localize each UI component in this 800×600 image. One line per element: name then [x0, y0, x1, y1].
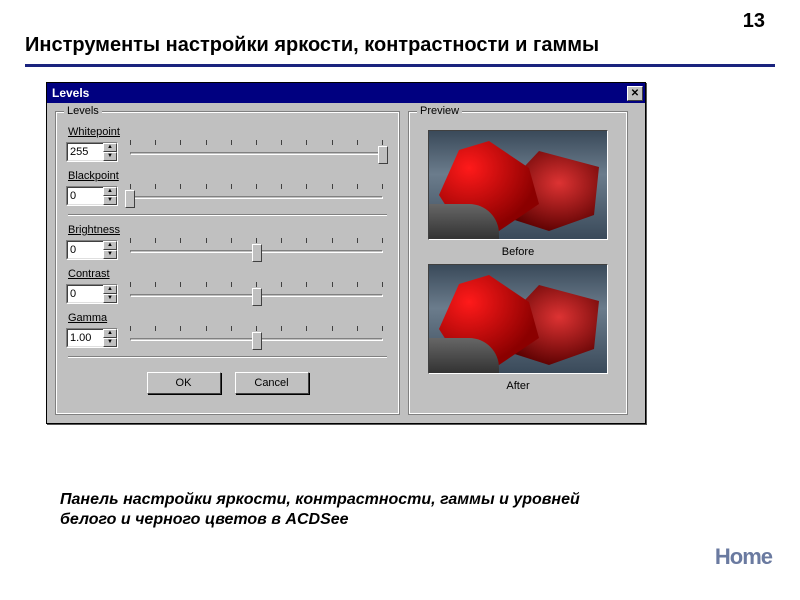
gamma-slider[interactable] [124, 326, 389, 350]
whitepoint-input[interactable]: ▲▼ [66, 142, 118, 162]
blackpoint-input[interactable]: ▲▼ [66, 186, 118, 206]
brightness-field[interactable] [67, 241, 103, 259]
blackpoint-spinner[interactable]: ▲▼ [103, 187, 117, 205]
whitepoint-row: Whitepoint ▲▼ [66, 126, 389, 164]
preview-group: Preview Before After [408, 111, 628, 415]
button-row: OK Cancel [66, 366, 389, 404]
slider-ticks [130, 140, 383, 146]
close-button[interactable]: ✕ [627, 86, 643, 101]
contrast-thumb[interactable] [252, 288, 262, 306]
divider [68, 214, 387, 216]
spinner-down-icon[interactable]: ▼ [103, 250, 117, 259]
contrast-slider[interactable] [124, 282, 389, 306]
spinner-up-icon[interactable]: ▲ [103, 285, 117, 294]
blackpoint-thumb[interactable] [125, 190, 135, 208]
preview-after-image [428, 264, 608, 374]
brightness-slider[interactable] [124, 238, 389, 262]
slider-track [130, 196, 383, 199]
brightness-label: Brightness [68, 224, 389, 236]
spinner-down-icon[interactable]: ▼ [103, 152, 117, 161]
cancel-button[interactable]: Cancel [235, 372, 309, 394]
page-title: Инструменты настройки яркости, контрастн… [25, 34, 599, 57]
slider-track [130, 152, 383, 155]
titlebar[interactable]: Levels ✕ [47, 83, 645, 103]
divider [68, 356, 387, 358]
figure-caption: Панель настройки яркости, контрастности,… [60, 490, 620, 530]
whitepoint-field[interactable] [67, 143, 103, 161]
whitepoint-slider[interactable] [124, 140, 389, 164]
contrast-spinner[interactable]: ▲▼ [103, 285, 117, 303]
spinner-down-icon[interactable]: ▼ [103, 338, 117, 347]
blackpoint-label: Blackpoint [68, 170, 389, 182]
blackpoint-row: Blackpoint ▲▼ [66, 170, 389, 208]
contrast-input[interactable]: ▲▼ [66, 284, 118, 304]
close-icon: ✕ [631, 88, 639, 99]
home-link[interactable]: Home [715, 544, 772, 570]
preview-before-image [428, 130, 608, 240]
preview-legend: Preview [417, 105, 462, 117]
gamma-thumb[interactable] [252, 332, 262, 350]
spinner-up-icon[interactable]: ▲ [103, 143, 117, 152]
brightness-spinner[interactable]: ▲▼ [103, 241, 117, 259]
gamma-input[interactable]: ▲▼ [66, 328, 118, 348]
levels-group: Levels Whitepoint ▲▼ Blackpoint [55, 111, 400, 415]
brightness-input[interactable]: ▲▼ [66, 240, 118, 260]
levels-dialog: Levels ✕ Levels Whitepoint ▲▼ [46, 82, 646, 424]
spinner-up-icon[interactable]: ▲ [103, 329, 117, 338]
gamma-row: Gamma ▲▼ [66, 312, 389, 350]
contrast-field[interactable] [67, 285, 103, 303]
whitepoint-spinner[interactable]: ▲▼ [103, 143, 117, 161]
spinner-up-icon[interactable]: ▲ [103, 187, 117, 196]
after-label: After [506, 380, 529, 392]
before-label: Before [502, 246, 534, 258]
spinner-down-icon[interactable]: ▼ [103, 196, 117, 205]
gamma-field[interactable] [67, 329, 103, 347]
title-divider [25, 64, 775, 67]
brightness-thumb[interactable] [252, 244, 262, 262]
whitepoint-thumb[interactable] [378, 146, 388, 164]
dialog-title: Levels [52, 86, 89, 100]
blackpoint-slider[interactable] [124, 184, 389, 208]
slider-ticks [130, 184, 383, 190]
contrast-label: Contrast [68, 268, 389, 280]
whitepoint-label: Whitepoint [68, 126, 389, 138]
brightness-row: Brightness ▲▼ [66, 224, 389, 262]
gamma-spinner[interactable]: ▲▼ [103, 329, 117, 347]
gamma-label: Gamma [68, 312, 389, 324]
page-number: 13 [743, 10, 765, 33]
spinner-down-icon[interactable]: ▼ [103, 294, 117, 303]
levels-legend: Levels [64, 105, 102, 117]
contrast-row: Contrast ▲▼ [66, 268, 389, 306]
spinner-up-icon[interactable]: ▲ [103, 241, 117, 250]
blackpoint-field[interactable] [67, 187, 103, 205]
ok-button[interactable]: OK [147, 372, 221, 394]
